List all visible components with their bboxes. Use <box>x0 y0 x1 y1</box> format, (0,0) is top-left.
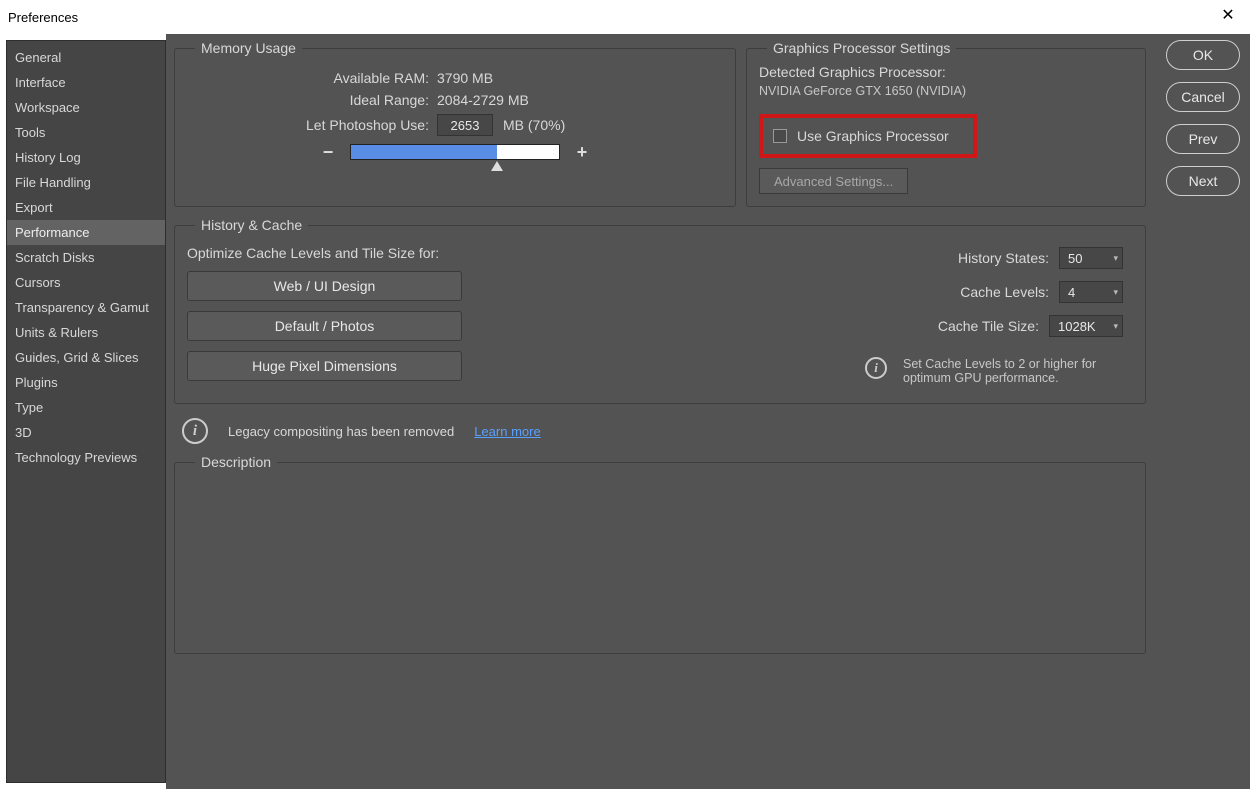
use-gpu-highlight: Use Graphics Processor <box>759 114 977 158</box>
history-states-value: 50 <box>1068 251 1082 266</box>
legacy-compositing-text: Legacy compositing has been removed <box>228 424 454 439</box>
sidebar-item-performance[interactable]: Performance <box>7 220 165 245</box>
cache-tile-size-label: Cache Tile Size: <box>789 318 1039 334</box>
sidebar-item-workspace[interactable]: Workspace <box>7 95 165 120</box>
optimize-label: Optimize Cache Levels and Tile Size for: <box>187 245 487 261</box>
info-icon: i <box>182 418 208 444</box>
memory-slider[interactable] <box>350 144 560 160</box>
titlebar: Preferences ✕ <box>0 0 1250 34</box>
sidebar-item-history-log[interactable]: History Log <box>7 145 165 170</box>
preset-web-ui-button[interactable]: Web / UI Design <box>187 271 462 301</box>
cache-hint-text: Set Cache Levels to 2 or higher for opti… <box>903 357 1123 385</box>
chevron-down-icon: ▾ <box>1113 321 1118 332</box>
sidebar-item-scratch-disks[interactable]: Scratch Disks <box>7 245 165 270</box>
advanced-settings-button[interactable]: Advanced Settings... <box>759 168 908 194</box>
available-ram-label: Available RAM: <box>187 70 437 86</box>
content-panel: OK Cancel Prev Next Memory Usage Availab… <box>166 34 1250 789</box>
description-group: Description <box>174 454 1146 654</box>
memory-increase-button[interactable]: + <box>574 144 590 160</box>
close-icon[interactable]: ✕ <box>1216 5 1240 29</box>
available-ram-value: 3790 MB <box>437 70 597 86</box>
sidebar-item-cursors[interactable]: Cursors <box>7 270 165 295</box>
memory-usage-legend: Memory Usage <box>195 40 302 56</box>
history-states-dropdown[interactable]: 50 ▾ <box>1059 247 1123 269</box>
gpu-settings-group: Graphics Processor Settings Detected Gra… <box>746 40 1146 207</box>
memory-decrease-button[interactable]: − <box>320 144 336 160</box>
cancel-button[interactable]: Cancel <box>1166 82 1240 112</box>
sidebar-item-type[interactable]: Type <box>7 395 165 420</box>
sidebar-item-tools[interactable]: Tools <box>7 120 165 145</box>
cache-tile-size-value: 1028K <box>1058 319 1096 334</box>
sidebar-item-general[interactable]: General <box>7 45 165 70</box>
window-title: Preferences <box>8 10 78 25</box>
sidebar-item-export[interactable]: Export <box>7 195 165 220</box>
main: General Interface Workspace Tools Histor… <box>0 34 1250 789</box>
let-photoshop-use-label: Let Photoshop Use: <box>187 117 437 133</box>
sidebar-item-plugins[interactable]: Plugins <box>7 370 165 395</box>
gpu-settings-legend: Graphics Processor Settings <box>767 40 956 56</box>
use-gpu-label: Use Graphics Processor <box>797 128 949 144</box>
detected-gpu-label: Detected Graphics Processor: <box>759 64 1133 80</box>
dialog-buttons: OK Cancel Prev Next <box>1166 40 1240 196</box>
description-legend: Description <box>195 454 277 470</box>
learn-more-link[interactable]: Learn more <box>474 424 540 439</box>
chevron-down-icon: ▾ <box>1113 253 1118 264</box>
preferences-sidebar: General Interface Workspace Tools Histor… <box>6 40 166 783</box>
sidebar-item-technology-previews[interactable]: Technology Previews <box>7 445 165 470</box>
sidebar-item-transparency-gamut[interactable]: Transparency & Gamut <box>7 295 165 320</box>
history-cache-group: History & Cache Optimize Cache Levels an… <box>174 217 1146 404</box>
next-button[interactable]: Next <box>1166 166 1240 196</box>
sidebar-item-interface[interactable]: Interface <box>7 70 165 95</box>
prev-button[interactable]: Prev <box>1166 124 1240 154</box>
detected-gpu-name: NVIDIA GeForce GTX 1650 (NVIDIA) <box>759 84 1133 98</box>
memory-slider-thumb[interactable] <box>491 161 503 171</box>
memory-slider-fill <box>351 145 497 159</box>
chevron-down-icon: ▾ <box>1113 287 1118 298</box>
memory-input[interactable] <box>437 114 493 136</box>
cache-levels-label: Cache Levels: <box>799 284 1049 300</box>
sidebar-item-units-rulers[interactable]: Units & Rulers <box>7 320 165 345</box>
ideal-range-value: 2084-2729 MB <box>437 92 597 108</box>
memory-usage-group: Memory Usage Available RAM: 3790 MB Idea… <box>174 40 736 207</box>
memory-suffix: MB (70%) <box>503 117 565 133</box>
legacy-compositing-row: i Legacy compositing has been removed Le… <box>182 418 1242 444</box>
preset-default-photos-button[interactable]: Default / Photos <box>187 311 462 341</box>
history-states-label: History States: <box>799 250 1049 266</box>
info-icon: i <box>865 357 887 379</box>
ideal-range-label: Ideal Range: <box>187 92 437 108</box>
sidebar-item-3d[interactable]: 3D <box>7 420 165 445</box>
history-cache-legend: History & Cache <box>195 217 308 233</box>
cache-levels-value: 4 <box>1068 285 1075 300</box>
cache-levels-dropdown[interactable]: 4 ▾ <box>1059 281 1123 303</box>
preset-huge-pixel-button[interactable]: Huge Pixel Dimensions <box>187 351 462 381</box>
use-gpu-checkbox[interactable] <box>773 129 787 143</box>
sidebar-item-file-handling[interactable]: File Handling <box>7 170 165 195</box>
ok-button[interactable]: OK <box>1166 40 1240 70</box>
sidebar-item-guides-grid-slices[interactable]: Guides, Grid & Slices <box>7 345 165 370</box>
cache-tile-size-dropdown[interactable]: 1028K ▾ <box>1049 315 1123 337</box>
